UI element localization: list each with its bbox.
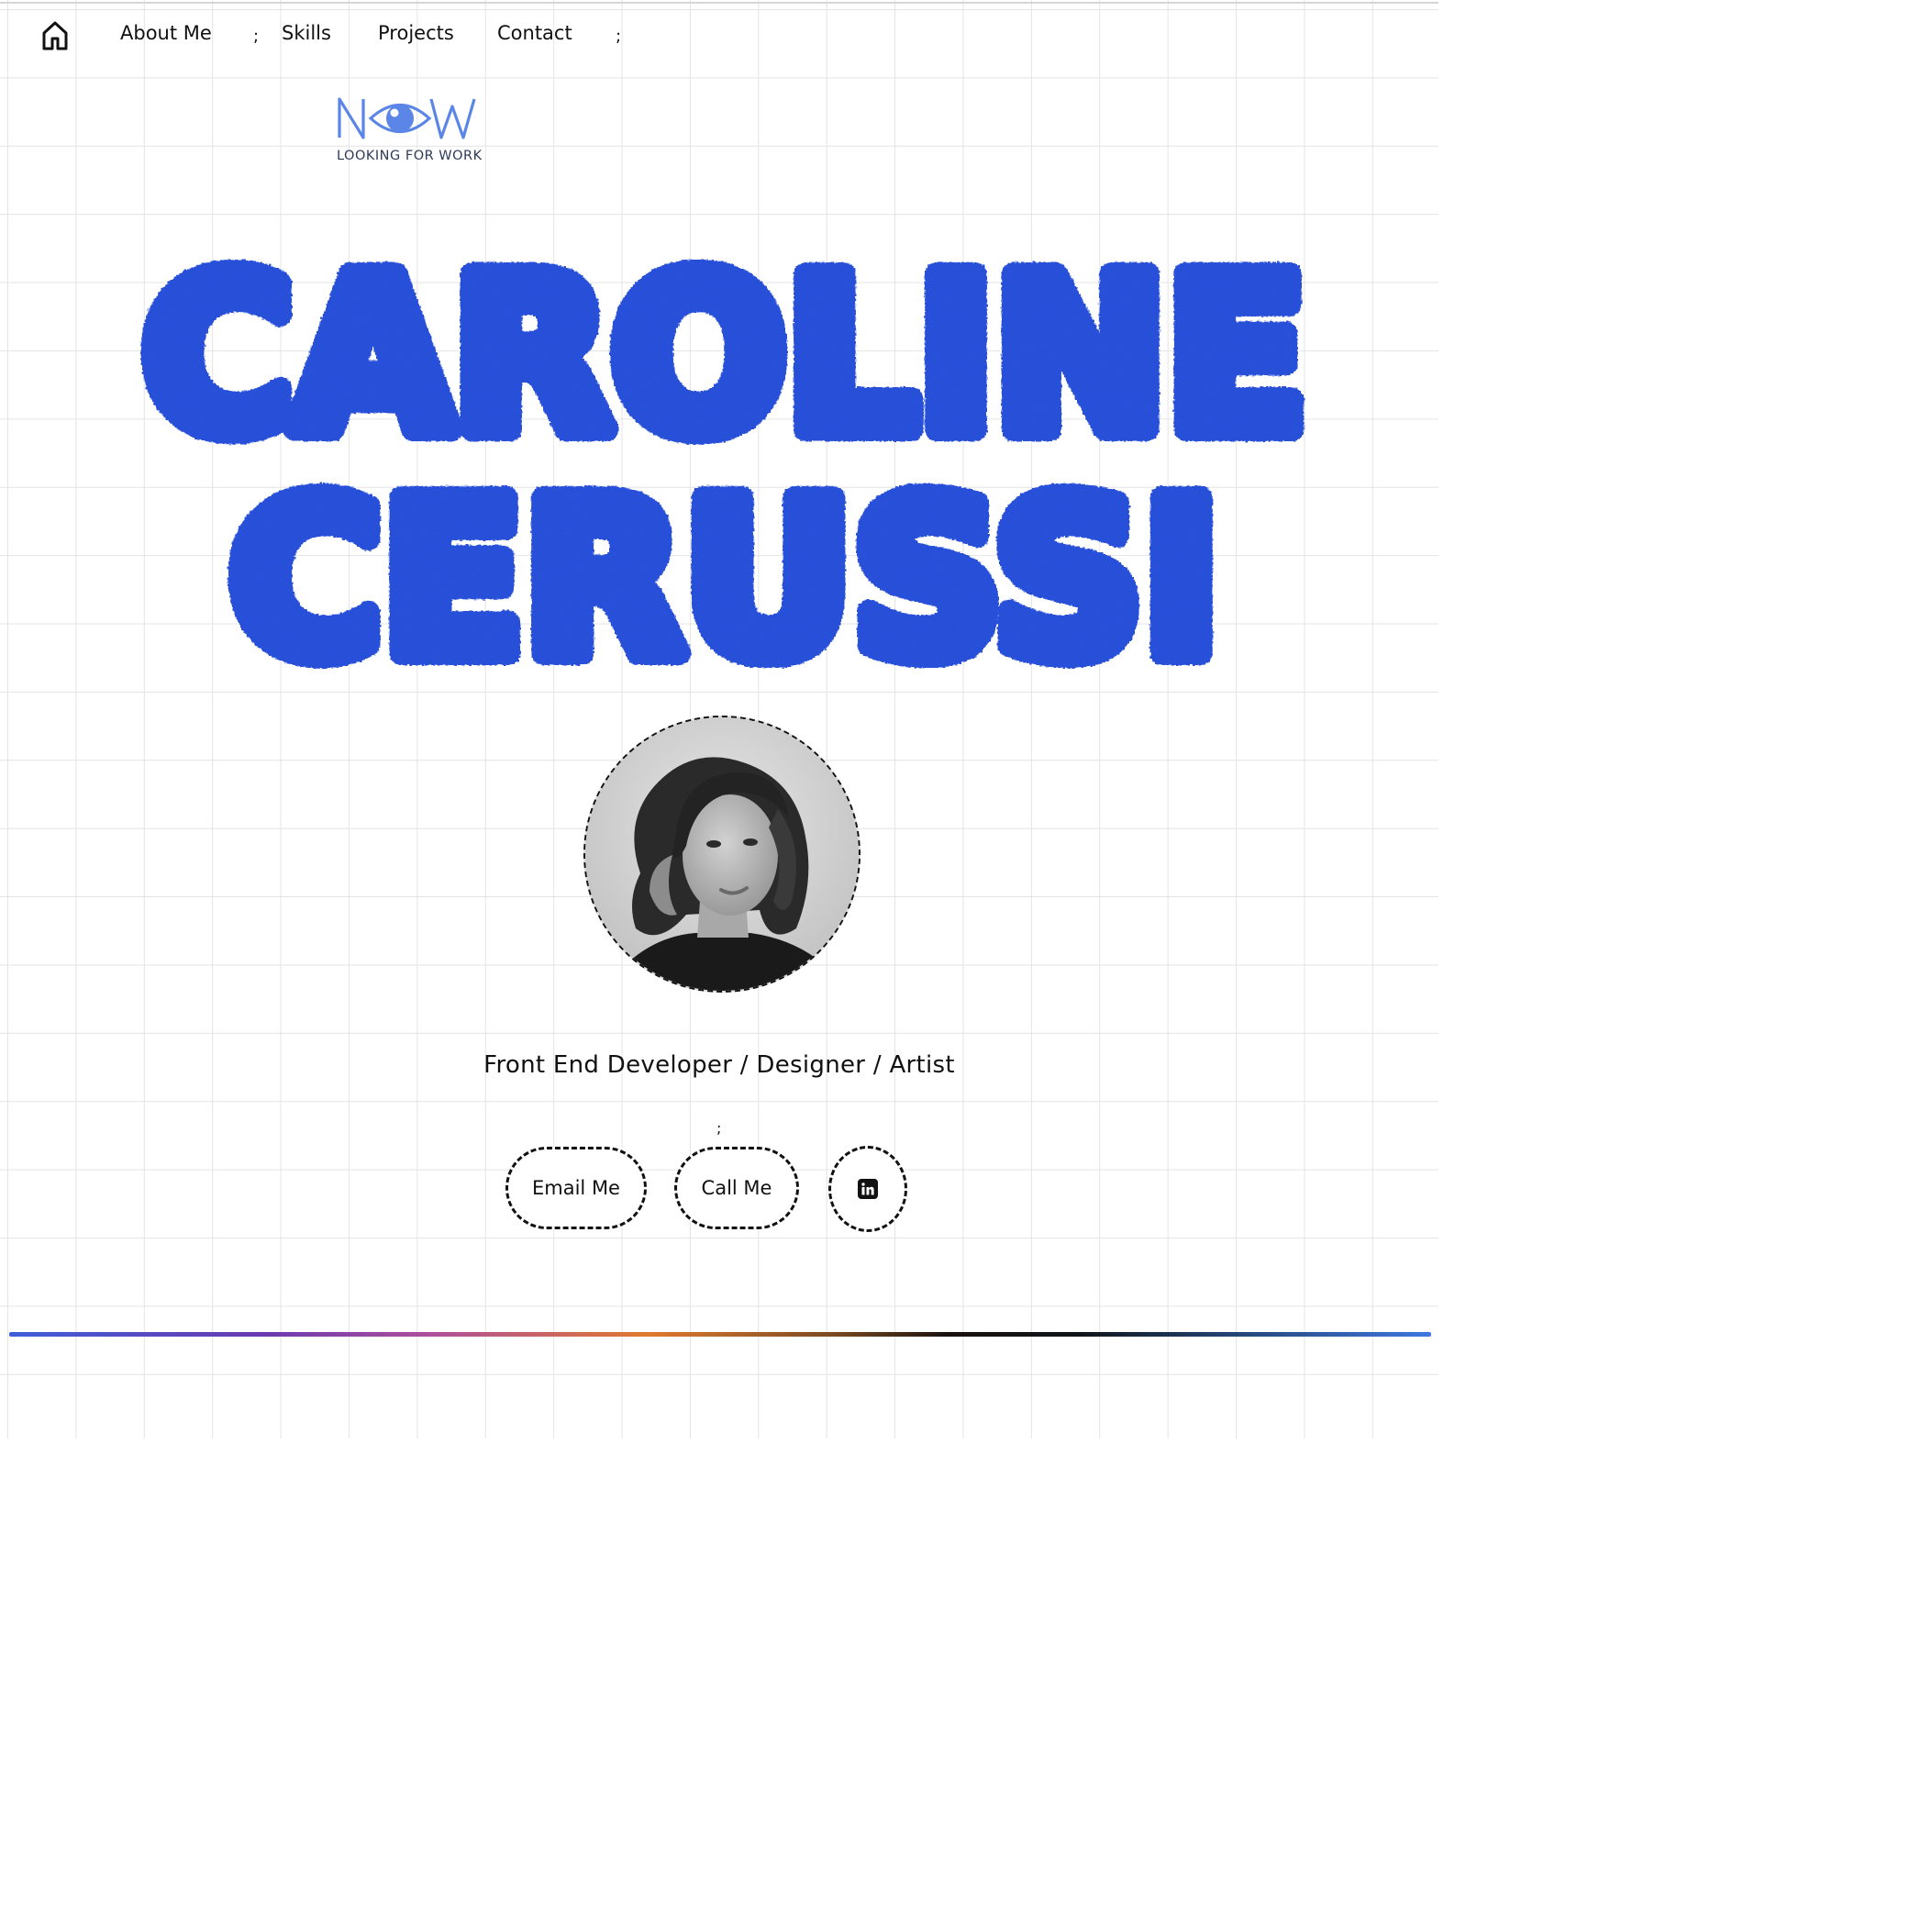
linkedin-button[interactable] <box>828 1146 907 1232</box>
home-icon[interactable] <box>40 20 70 51</box>
separator-mid: ; <box>716 1119 722 1137</box>
nav-link-skills[interactable]: Skills <box>282 22 331 44</box>
gradient-divider <box>9 1332 1431 1337</box>
now-caption: LOOKING FOR WORK <box>337 149 483 163</box>
nav-link-projects[interactable]: Projects <box>378 22 454 44</box>
hero-title-line-1: CAROLINE <box>142 232 1307 480</box>
nav-separator: ; <box>616 27 622 46</box>
hero-title: CAROLINE CERUSSI <box>128 220 1321 679</box>
call-me-button[interactable]: Call Me <box>674 1147 799 1229</box>
email-me-label: Email Me <box>532 1177 620 1199</box>
role-subtitle: Front End Developer / Designer / Artist <box>483 1051 955 1079</box>
nav-separator: ; <box>253 27 260 46</box>
now-looking-for-work-badge: LOOKING FOR WORK <box>336 94 482 167</box>
eye-icon <box>368 104 432 133</box>
hero-title-line-2: CERUSSI <box>229 456 1220 679</box>
email-me-button[interactable]: Email Me <box>505 1147 647 1229</box>
nav-link-about-me[interactable]: About Me <box>120 22 212 44</box>
call-me-label: Call Me <box>701 1177 772 1199</box>
page: About Me ; Skills Projects Contact ; LOO… <box>0 0 1438 1438</box>
now-logo <box>338 97 476 139</box>
profile-photo <box>583 716 861 993</box>
linkedin-icon <box>858 1179 878 1199</box>
top-nav: About Me ; Skills Projects Contact ; <box>0 0 1438 73</box>
nav-link-contact[interactable]: Contact <box>497 22 572 44</box>
